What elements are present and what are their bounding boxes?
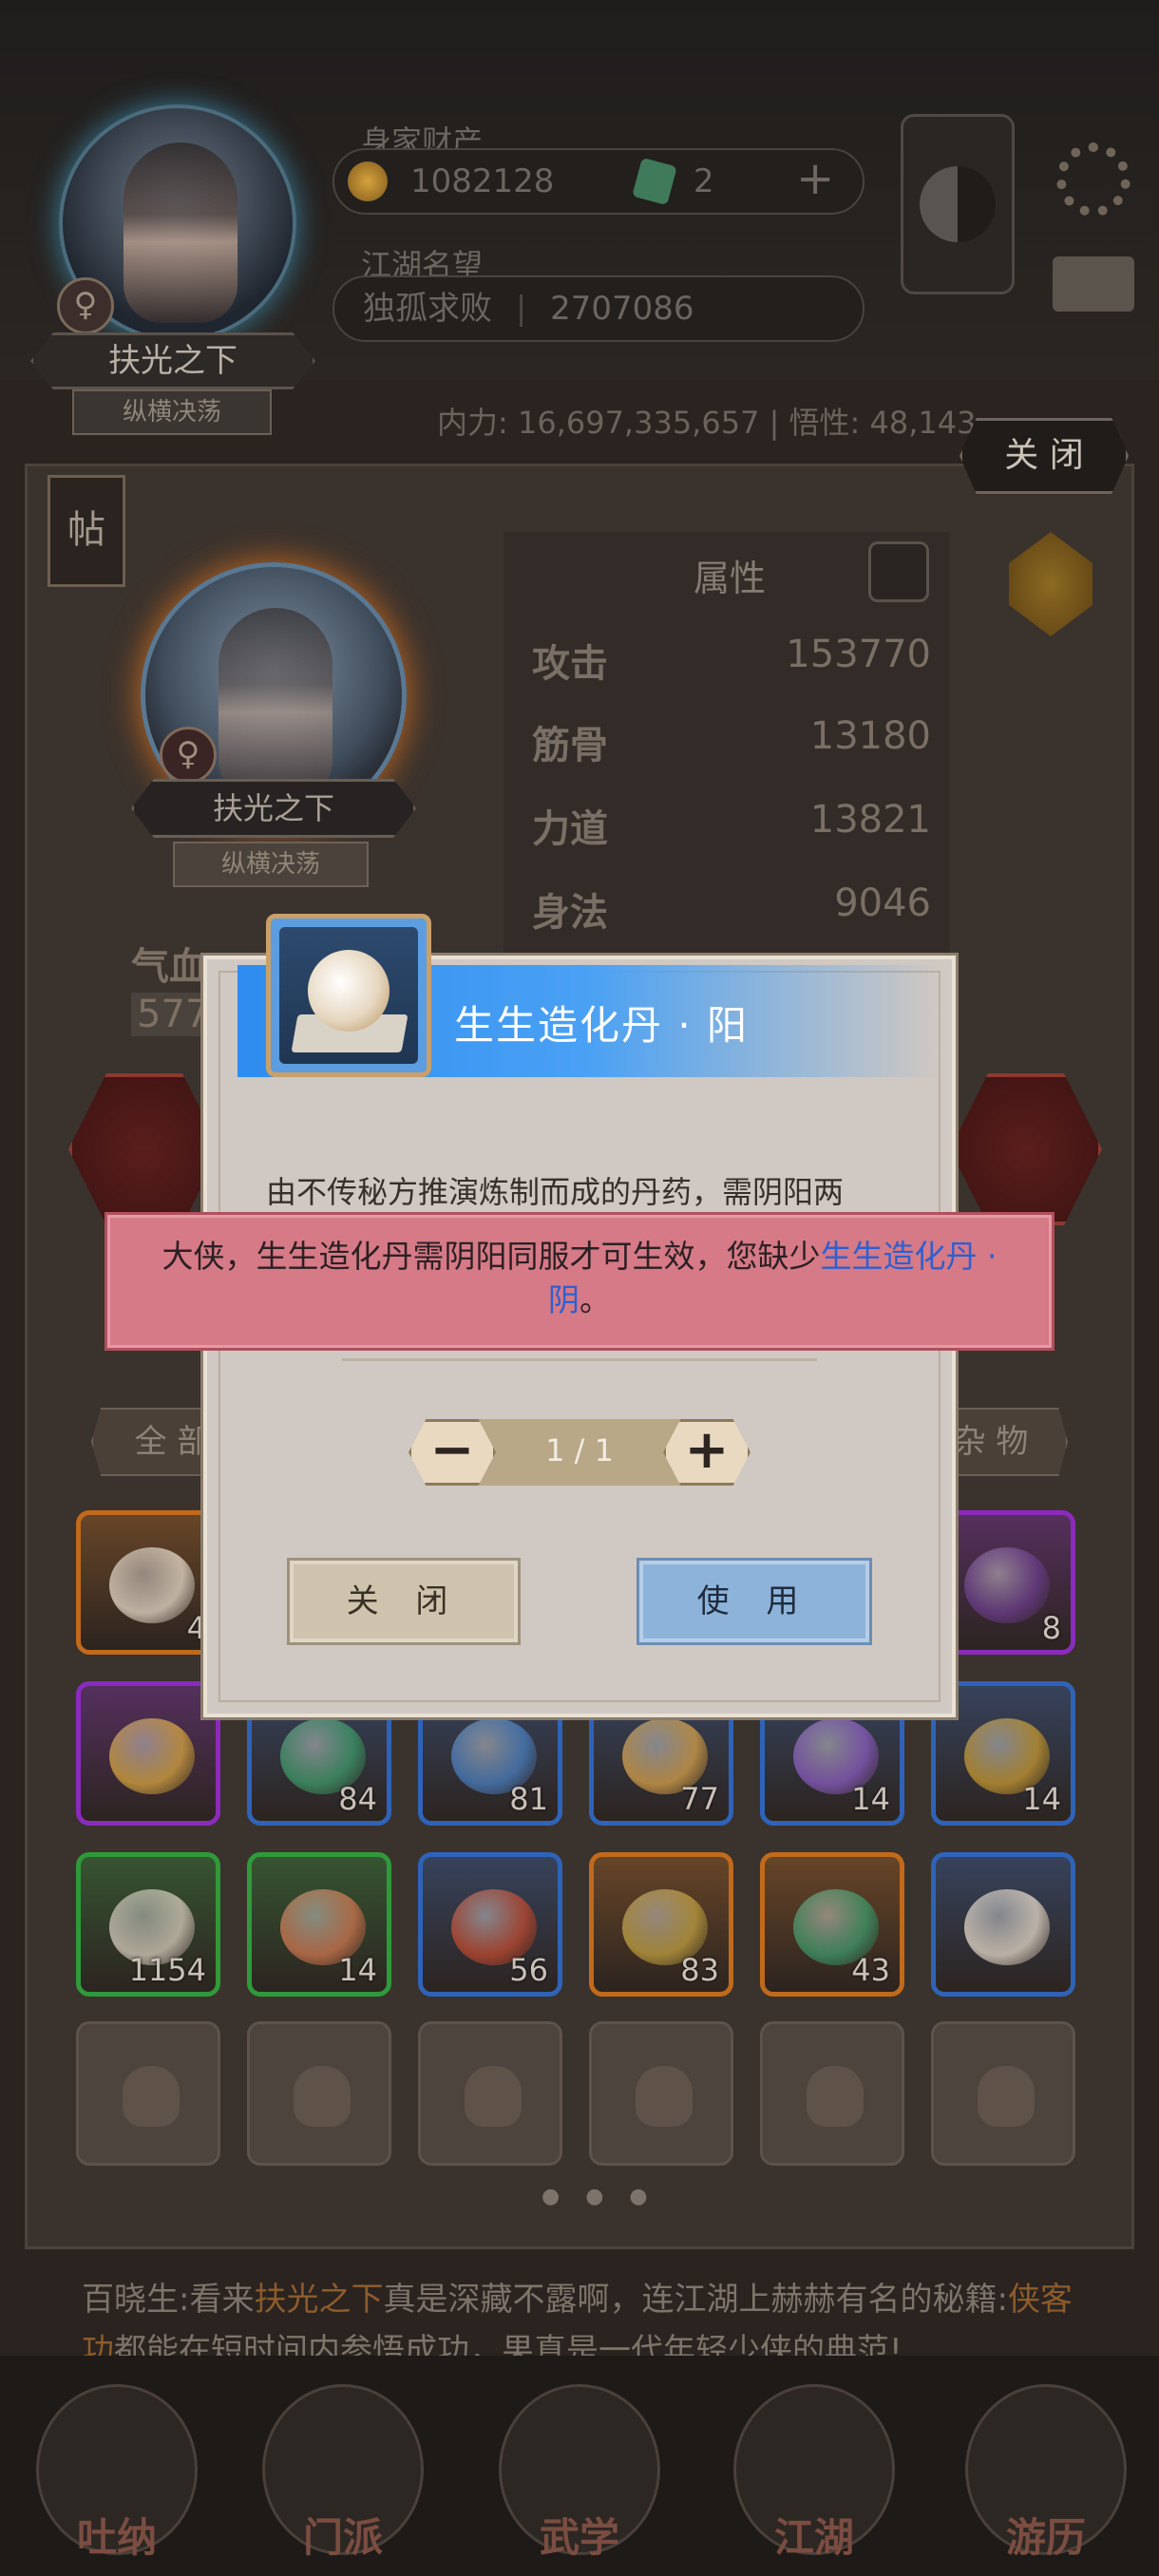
toast-message: 大侠，生生造化丹需阴阳同服才可生效，您缺少生生造化丹 · 阴。: [142, 1235, 1016, 1322]
toast-prefix: 大侠，生生造化丹需阴阳同服才可生效，您缺少: [162, 1238, 821, 1275]
item-description: 由不传秘方推演炼制而成的丹药，需阴阳两: [266, 1174, 845, 1210]
use-item-button[interactable]: 使 用: [636, 1558, 872, 1645]
increase-quantity-button[interactable]: +: [663, 1419, 750, 1486]
quantity-value: 1 / 1: [545, 1432, 614, 1468]
toast-suffix: 。: [580, 1281, 611, 1318]
decrease-quantity-button[interactable]: −: [408, 1419, 496, 1486]
dialog-close-button[interactable]: 关 闭: [287, 1558, 521, 1645]
pill-icon: [308, 950, 390, 1032]
divider: [342, 1358, 817, 1361]
dialog-title: 生生造化丹 · 阳: [454, 1002, 750, 1049]
